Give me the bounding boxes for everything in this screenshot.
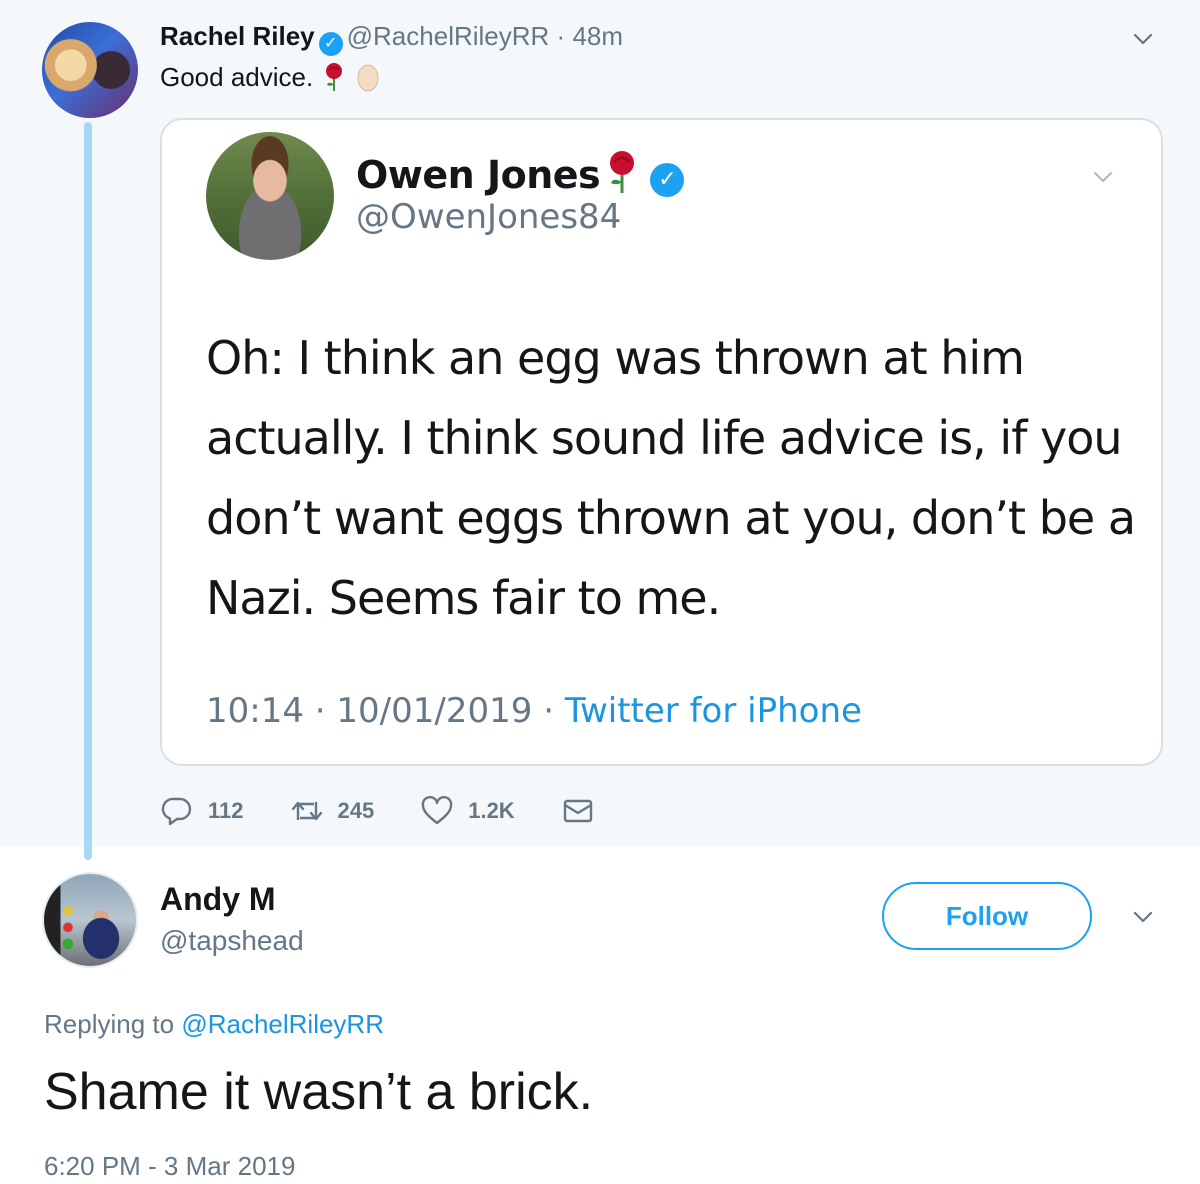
quoted-tweet-date: 10/01/2019 <box>336 691 533 731</box>
reply-tweet-text: Shame it wasn’t a brick. <box>44 1063 594 1121</box>
reply-avatar[interactable] <box>42 872 138 968</box>
quoted-tweet-time: 10:14 <box>206 691 304 731</box>
rose-icon <box>323 62 345 100</box>
reply-count: 112 <box>208 798 244 823</box>
tweet-text: Good advice. <box>160 60 381 100</box>
retweet-icon <box>291 801 322 821</box>
main-tweet[interactable]: Rachel Riley ✓ @RachelRileyRR · 48m Good a… <box>0 0 1200 860</box>
retweet-count: 245 <box>337 798 375 823</box>
tweet-thread-page: Rachel Riley ✓ @RachelRileyRR · 48m Good a… <box>0 0 1200 1184</box>
replying-to-handle-link[interactable]: @RachelRileyRR <box>181 1009 384 1039</box>
tweet-time[interactable]: 48m <box>572 21 623 51</box>
chevron-down-icon[interactable] <box>1092 166 1114 188</box>
quoted-author-name-text: Owen Jones <box>356 153 601 197</box>
follow-button[interactable]: Follow <box>882 882 1092 950</box>
author-handle[interactable]: @RachelRileyRR <box>347 21 550 51</box>
separator-dot: · <box>314 691 326 731</box>
tweet-source-link[interactable]: Twitter for iPhone <box>565 691 862 731</box>
quoted-tweet-meta: 10:14 · 10/01/2019 · Twitter for iPhone <box>206 690 862 732</box>
reply-icon <box>161 797 192 826</box>
chevron-down-icon[interactable] <box>1132 906 1154 928</box>
tweet-actions: 112 245 1.2K <box>160 794 655 828</box>
quoted-author-handle[interactable]: @OwenJones84 <box>356 196 621 238</box>
author-name[interactable]: Rachel Riley <box>160 21 315 51</box>
replying-to-prefix: Replying to <box>44 1009 175 1039</box>
separator-dot: · <box>556 21 566 51</box>
quoted-avatar[interactable] <box>206 132 334 260</box>
reply-timestamp[interactable]: 6:20 PM - 3 Mar 2019 <box>44 1150 295 1182</box>
reply-author-name[interactable]: Andy M <box>160 880 276 918</box>
tweet-header: Rachel Riley ✓ @RachelRileyRR · 48m <box>160 20 623 56</box>
heart-icon <box>421 795 453 825</box>
quoted-tweet-text: Oh: I think an egg was thrown at him act… <box>206 331 1136 625</box>
like-button[interactable]: 1.2K <box>420 794 515 828</box>
quoted-tweet-card[interactable]: Owen Jones ✓ @OwenJones84 Oh: I think an… <box>160 118 1163 766</box>
reply-button[interactable]: 112 <box>160 794 244 828</box>
like-count: 1.2K <box>468 798 515 823</box>
chevron-down-icon[interactable] <box>1132 28 1154 50</box>
reply-author-handle[interactable]: @tapshead <box>160 924 304 958</box>
direct-message-button[interactable] <box>561 794 609 828</box>
verified-badge-icon: ✓ <box>650 163 685 197</box>
envelope-icon <box>563 799 592 823</box>
separator-dot: · <box>543 691 555 731</box>
egg-icon <box>355 62 381 100</box>
avatar[interactable] <box>42 22 138 118</box>
tweet-text-content: Good advice. <box>160 62 314 92</box>
retweet-button[interactable]: 245 <box>290 794 375 828</box>
thread-connector-line <box>84 122 92 860</box>
replying-to-line: Replying to @RachelRileyRR <box>44 1008 384 1040</box>
verified-badge-icon: ✓ <box>318 32 343 56</box>
